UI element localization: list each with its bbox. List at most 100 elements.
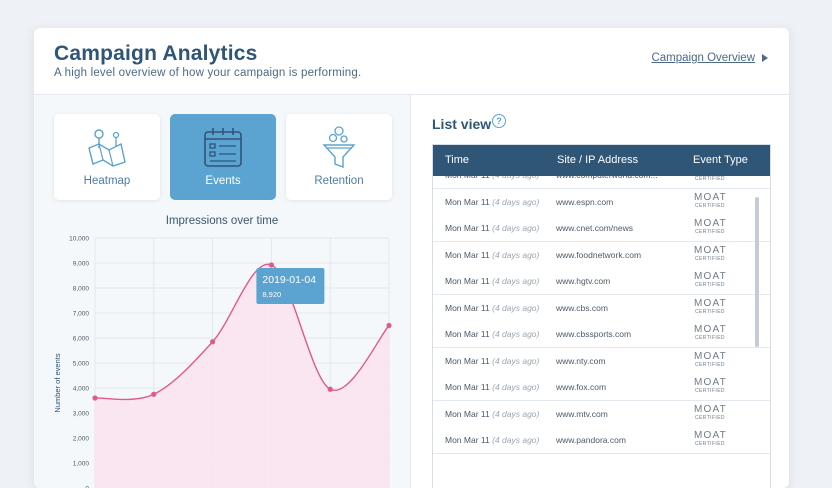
help-icon[interactable]: ? — [492, 114, 506, 128]
row-date: Mon Mar 11 — [445, 197, 490, 207]
moat-certified: CERTIFIED — [694, 309, 726, 316]
table-row[interactable]: Mon Mar 11 (4 days ago)www.foodnetwork.c… — [433, 242, 770, 269]
row-time: Mon Mar 11 (4 days ago) — [445, 382, 539, 392]
moat-logo: MOATCERTIFIED — [694, 405, 726, 422]
moat-certified: CERTIFIED — [694, 229, 726, 236]
moat-brand: MOAT — [694, 299, 726, 309]
moat-brand: MOAT — [694, 272, 726, 282]
row-ago: (4 days ago) — [492, 303, 539, 313]
y-tick-label: 6,000 — [73, 336, 90, 343]
row-site: www.espn.com — [556, 197, 613, 207]
impressions-chart: 10,000 9,000 8,000 7,000 6,000 5,000 4,000 3,00… — [34, 95, 410, 488]
moat-logo: MOATCERTIFIED — [694, 325, 726, 342]
tooltip-value: 8,920 — [262, 290, 281, 299]
row-ago: (4 days ago) — [492, 250, 539, 260]
moat-brand: MOAT — [694, 325, 726, 335]
table-row[interactable]: Mon Mar 11 (4 days ago) www.mtv.com MOATCE… — [433, 401, 770, 428]
moat-certified: CERTIFIED — [694, 415, 726, 422]
column-header-event-type[interactable]: Event Type — [693, 154, 748, 166]
moat-logo: MOATCERTIFIED — [694, 246, 726, 263]
table-row[interactable]: Mon Mar 11 (4 days ago)www.hgtv.comMOATC… — [433, 268, 770, 295]
y-tick-label: 10,000 — [69, 236, 89, 243]
page-subtitle: A high level overview of how your campai… — [54, 67, 361, 79]
row-time: Mon Mar 11 (4 days ago) — [445, 329, 539, 339]
row-time: Mon Mar 11 (4 days ago) — [445, 356, 539, 366]
row-ago: (4 days ago) — [492, 356, 539, 366]
row-site: www.mtv.com — [556, 409, 608, 419]
card-header: Campaign Analytics A high level overview… — [34, 28, 789, 95]
series-area — [95, 264, 389, 488]
y-tick-label: 1,000 — [73, 461, 90, 468]
row-ago: (4 days ago) — [492, 435, 539, 445]
row-date: Mon Mar 11 — [445, 356, 490, 366]
y-axis-label: Number of events — [53, 353, 62, 412]
data-point — [210, 339, 215, 344]
row-site: www.cnet.com/news — [556, 223, 633, 233]
row-time: Mon Mar 11 (4 days ago) — [445, 250, 539, 260]
caret-right-icon — [762, 54, 768, 62]
moat-certified: CERTIFIED — [694, 441, 726, 448]
moat-logo: MOATCERTIFIED — [694, 378, 726, 395]
y-tick-label: 3,000 — [73, 411, 90, 418]
table-row[interactable]: Mon Mar 11 (4 days ago)www.fox.comMOATCE… — [433, 374, 770, 401]
row-site: www.nty.com — [556, 356, 605, 366]
moat-brand: MOAT — [694, 219, 726, 229]
row-site: www.cbs.com — [556, 303, 608, 313]
data-point — [151, 392, 156, 397]
moat-certified: CERTIFIED — [694, 282, 726, 289]
data-point — [386, 323, 391, 328]
row-time: Mon Mar 11 (4 days ago) — [445, 276, 539, 286]
list-view-panel: List view ? Mon Mar 11 (4 days ago)www.c… — [411, 95, 789, 488]
column-header-site[interactable]: Site / IP Address — [557, 154, 638, 166]
row-time: Mon Mar 11 (4 days ago) — [445, 435, 539, 445]
row-time: Mon Mar 11 (4 days ago) — [445, 197, 539, 207]
moat-logo: MOATCERTIFIED — [694, 352, 726, 369]
row-date: Mon Mar 11 — [445, 409, 490, 419]
campaign-overview-label: Campaign Overview — [651, 52, 755, 64]
row-date: Mon Mar 11 — [445, 276, 490, 286]
data-point — [269, 262, 274, 267]
table-row[interactable]: Mon Mar 11 (4 days ago)www.cnet.com/news… — [433, 215, 770, 242]
y-tick-label: 2,000 — [73, 436, 90, 443]
moat-certified: CERTIFIED — [694, 176, 726, 183]
moat-brand: MOAT — [694, 378, 726, 388]
events-table: Mon Mar 11 (4 days ago)www.computerworld… — [432, 144, 771, 488]
moat-certified: CERTIFIED — [694, 256, 726, 263]
campaign-analytics-card: Campaign Analytics A high level overview… — [34, 28, 789, 488]
list-view-title: List view — [432, 116, 491, 132]
table-row[interactable]: Mon Mar 11 (4 days ago) www.cbssports.com… — [433, 321, 770, 348]
analytics-panel: Heatmap Events Retentio — [34, 95, 411, 488]
y-tick-label: 9,000 — [73, 261, 90, 268]
table-row[interactable]: Mon Mar 11 (4 days ago) www.cbs.com MOATCE… — [433, 295, 770, 322]
moat-logo: MOATCERTIFIED — [694, 299, 726, 316]
moat-brand: MOAT — [694, 431, 726, 441]
row-site: www.pandora.com — [556, 435, 626, 445]
moat-brand: MOAT — [694, 405, 726, 415]
moat-certified: CERTIFIED — [694, 335, 726, 342]
tooltip-date: 2019-01-04 — [262, 274, 316, 286]
row-site: www.cbssports.com — [556, 329, 631, 339]
row-time: Mon Mar 11 (4 days ago) — [445, 303, 539, 313]
row-ago: (4 days ago) — [492, 409, 539, 419]
y-tick-label: 4,000 — [73, 386, 90, 393]
table-row[interactable]: Mon Mar 11 (4 days ago) www.pandora.com MO… — [433, 427, 770, 454]
moat-brand: MOAT — [694, 352, 726, 362]
moat-certified: CERTIFIED — [694, 388, 726, 395]
table-row[interactable]: Mon Mar 11 (4 days ago) www.nty.com MOATCE… — [433, 348, 770, 375]
moat-brand: MOAT — [694, 246, 726, 256]
y-tick-label: 5,000 — [73, 361, 90, 368]
y-tick-label: 8,000 — [73, 286, 90, 293]
table-row[interactable]: Mon Mar 11 (4 days ago) www.espn.com MOATC… — [433, 189, 770, 216]
row-date: Mon Mar 11 — [445, 329, 490, 339]
column-header-time[interactable]: Time — [445, 154, 469, 166]
moat-brand: MOAT — [694, 193, 726, 203]
row-ago: (4 days ago) — [492, 382, 539, 392]
moat-logo: MOATCERTIFIED — [694, 193, 726, 210]
row-time: Mon Mar 11 (4 days ago) — [445, 409, 539, 419]
table-scrollbar[interactable] — [755, 197, 759, 347]
y-tick-label: 7,000 — [73, 311, 90, 318]
row-date: Mon Mar 11 — [445, 435, 490, 445]
row-date: Mon Mar 11 — [445, 250, 490, 260]
campaign-overview-link[interactable]: Campaign Overview — [651, 52, 755, 64]
moat-logo: MOATCERTIFIED — [694, 272, 726, 289]
